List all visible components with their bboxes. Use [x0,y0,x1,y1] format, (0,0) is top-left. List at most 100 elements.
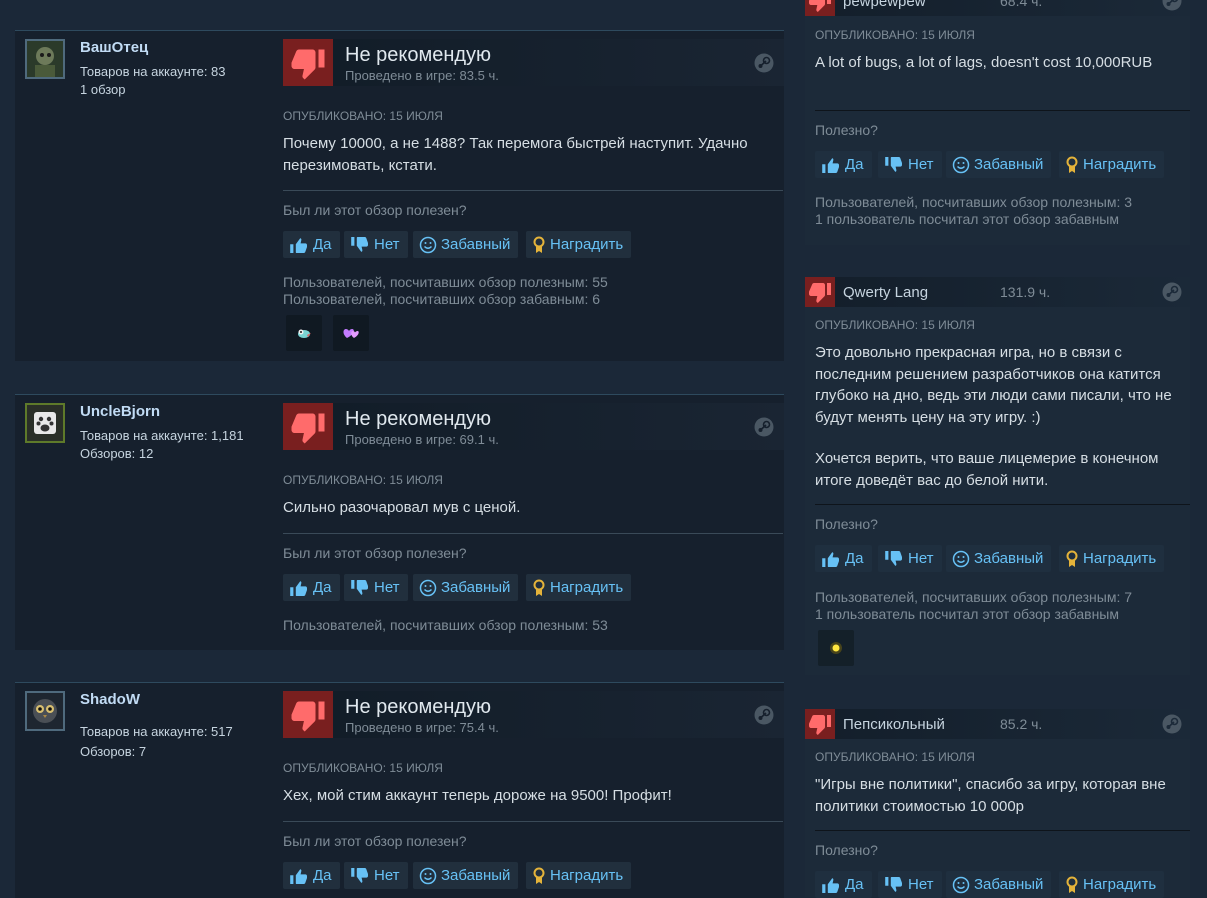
vote-no-label: Нет [374,236,400,253]
vote-yes-label: Да [313,579,332,596]
vote-no-label: Нет [908,550,934,567]
steam-icon [1162,282,1182,307]
vote-yes-label: Да [845,550,864,567]
vote-no-label: Нет [908,876,934,893]
review-header[interactable]: Не рекомендую Проведено в игре: 69.1 ч. [283,403,784,450]
helpful-count: Пользователей, посчитавших обзор полезны… [815,194,1133,210]
playtime: 131.9 ч. [1000,284,1051,300]
review-verdict: Не рекомендую [345,696,492,718]
steam-icon [754,53,774,78]
review-verdict: Не рекомендую [345,44,492,66]
reaction-award-2[interactable] [333,315,369,351]
reaction-award[interactable] [818,630,854,666]
thumbs-up-icon [290,580,307,596]
helpful-question: Полезно? [815,516,878,532]
posted-date: Опубликовано: 15 июля [283,761,443,775]
avatar[interactable] [25,39,65,79]
funny-count: Пользователей, посчитавших обзор забавны… [283,291,601,307]
author-products[interactable]: Товаров на аккаунте: 1,181 [80,428,244,443]
vote-funny-button[interactable]: Забавный [413,231,519,258]
author-name[interactable]: UncleBjorn [80,403,160,420]
award-button[interactable]: Наградить [1059,545,1165,572]
author-name[interactable]: ShadoW [80,691,140,708]
side-review-header[interactable]: pewpewpew 68.4 ч. [805,0,1190,16]
vote-yes-button[interactable]: Да [815,871,872,898]
vote-yes-button[interactable]: Да [283,862,340,889]
side-review-card: Qwerty Lang 131.9 ч. Опубликовано: 15 ию… [805,277,1190,675]
author-name[interactable]: Qwerty Lang [843,284,928,301]
author-reviews[interactable]: 1 обзор [80,82,126,97]
vote-yes-button[interactable]: Да [815,545,872,572]
award-icon [1066,876,1078,893]
award-label: Наградить [550,236,624,253]
vote-funny-button[interactable]: Забавный [413,574,519,601]
thumbs-down-icon [283,691,333,738]
divider [815,830,1190,831]
vote-funny-button[interactable]: Забавный [413,862,519,889]
thumbs-down-small-icon [885,876,902,892]
thumbs-down-icon [805,709,835,739]
vote-funny-label: Забавный [441,867,511,884]
reaction-award-1[interactable] [286,315,322,351]
award-button[interactable]: Наградить [526,862,632,889]
avatar[interactable] [25,691,65,731]
author-name[interactable]: Пепсикольный [843,716,945,733]
vote-no-button[interactable]: Нет [344,574,408,601]
review-verdict: Не рекомендую [345,408,492,430]
vote-funny-button[interactable]: Забавный [946,151,1052,178]
vote-no-label: Нет [374,867,400,884]
vote-funny-label: Забавный [974,156,1044,173]
side-review-header[interactable]: Qwerty Lang 131.9 ч. [805,277,1190,307]
award-label: Наградить [1083,550,1157,567]
review-card: ShadoW Товаров на аккаунте: 517 Обзоров:… [15,682,784,898]
thumbs-down-icon [805,0,835,16]
review-card: ВашОтец Товаров на аккаунте: 83 1 обзор … [15,30,784,361]
thumbs-up-icon [290,237,307,253]
vote-no-button[interactable]: Нет [878,871,942,898]
playtime: Проведено в игре: 75.4 ч. [345,720,499,735]
author-products[interactable]: Товаров на аккаунте: 83 [80,64,226,79]
review-card: UncleBjorn Товаров на аккаунте: 1,181 Об… [15,394,784,650]
author-reviews[interactable]: Обзоров: 12 [80,446,153,461]
vote-no-button[interactable]: Нет [878,545,942,572]
vote-funny-label: Забавный [974,550,1044,567]
award-button[interactable]: Наградить [1059,151,1165,178]
vote-funny-button[interactable]: Забавный [946,871,1052,898]
vote-no-button[interactable]: Нет [344,862,408,889]
posted-date: Опубликовано: 15 июля [815,28,975,42]
author-reviews[interactable]: Обзоров: 7 [80,744,146,759]
glowing-orb-award-icon [830,642,842,654]
thumbs-up-icon [822,551,839,567]
steam-icon [754,705,774,730]
divider [283,821,783,822]
review-header[interactable]: Не рекомендую Проведено в игре: 83.5 ч. [283,39,784,86]
award-button[interactable]: Наградить [526,231,632,258]
author-products[interactable]: Товаров на аккаунте: 517 [80,724,233,739]
vote-funny-button[interactable]: Забавный [946,545,1052,572]
vote-yes-button[interactable]: Да [283,574,340,601]
posted-date: Опубликовано: 15 июля [283,109,443,123]
divider [815,504,1190,505]
vote-yes-label: Да [845,156,864,173]
playtime: Проведено в игре: 69.1 ч. [345,432,499,447]
review-text: Хех, мой стим аккаунт теперь дороже на 9… [283,787,672,804]
award-button[interactable]: Наградить [1059,871,1165,898]
review-text-paragraph-2: Хочется верить, что ваше лицемерие в кон… [815,450,1159,489]
vote-no-button[interactable]: Нет [878,151,942,178]
award-button[interactable]: Наградить [526,574,632,601]
avatar[interactable] [25,403,65,443]
review-text: Это довольно прекрасная игра, но в связи… [815,344,1172,426]
author-name[interactable]: pewpewpew [843,0,926,10]
review-header[interactable]: Не рекомендую Проведено в игре: 75.4 ч. [283,691,784,738]
vote-yes-button[interactable]: Да [815,151,872,178]
vote-yes-button[interactable]: Да [283,231,340,258]
hearts-award-icon [343,329,359,338]
author-name[interactable]: ВашОтец [80,39,148,56]
side-review-header[interactable]: Пепсикольный 85.2 ч. [805,709,1190,739]
award-icon [1066,550,1078,567]
vote-no-button[interactable]: Нет [344,231,408,258]
posted-date: Опубликовано: 15 июля [815,750,975,764]
playtime: 68.4 ч. [1000,0,1043,9]
smiley-icon [952,156,970,173]
playtime: Проведено в игре: 83.5 ч. [345,68,499,83]
